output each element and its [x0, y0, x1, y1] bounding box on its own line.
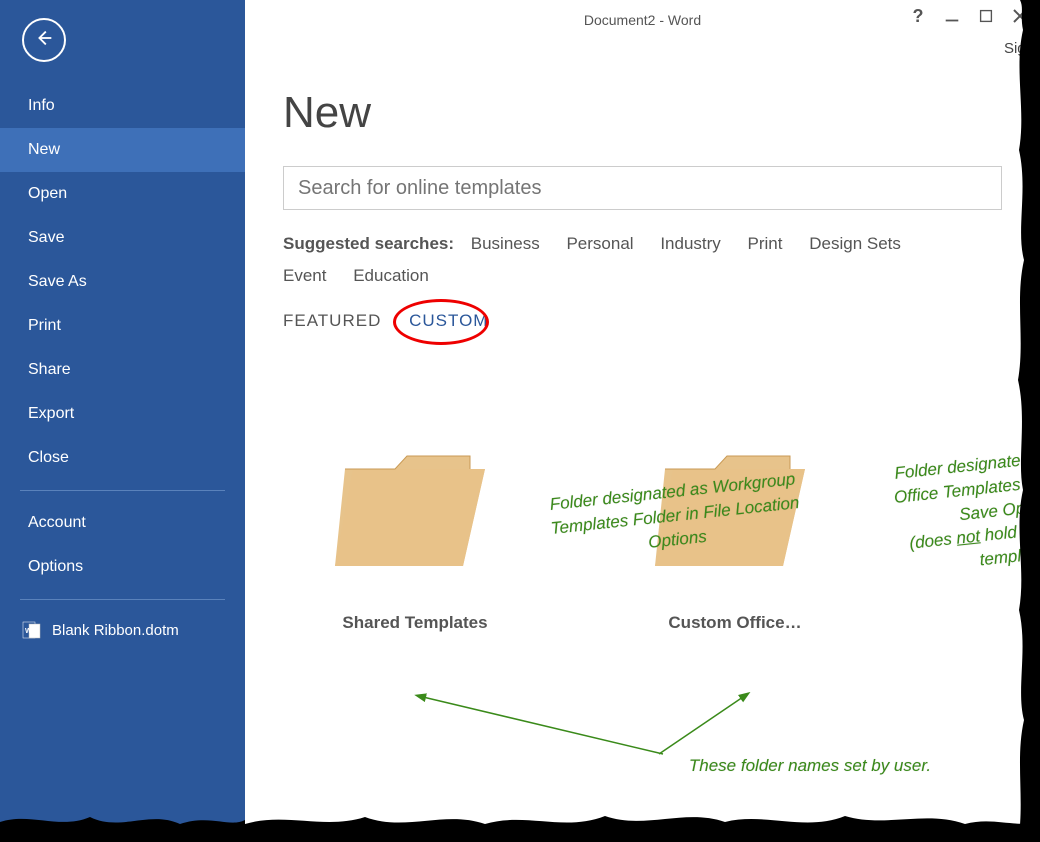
minimize-button[interactable] [942, 6, 962, 26]
maximize-button[interactable] [976, 6, 996, 26]
sidebar-item-close[interactable]: Close [0, 436, 245, 480]
folder-shared-templates[interactable]: Shared Templates [315, 441, 515, 633]
sidebar-separator [20, 490, 225, 491]
sidebar-item-save[interactable]: Save [0, 216, 245, 260]
sidebar-item-export[interactable]: Export [0, 392, 245, 436]
tab-featured[interactable]: FEATURED [283, 311, 381, 331]
folder-custom-office[interactable]: Custom Office… [635, 441, 835, 633]
annotation-arrow-right [653, 692, 753, 762]
suggested-label: Suggested searches: [283, 234, 454, 253]
sidebar-item-account[interactable]: Account [0, 501, 245, 545]
torn-edge-bottom [245, 802, 1040, 842]
torn-edge-right [1010, 0, 1040, 842]
suggested-term-design-sets[interactable]: Design Sets [809, 228, 901, 260]
back-arrow-icon [33, 27, 55, 54]
tab-custom-label: CUSTOM [409, 311, 488, 330]
sidebar-separator-2 [20, 599, 225, 600]
window-titlebar: Document2 - Word ? [245, 0, 1040, 40]
annotation-folder-names: These folder names set by user. [645, 754, 975, 778]
annotation-arrow-left [413, 692, 673, 762]
suggested-term-event[interactable]: Event [283, 260, 326, 292]
suggested-term-print[interactable]: Print [748, 228, 783, 260]
word-doc-icon: W [22, 620, 42, 640]
folder-label: Custom Office… [635, 613, 835, 633]
sidebar-item-open[interactable]: Open [0, 172, 245, 216]
suggested-term-education[interactable]: Education [353, 260, 429, 292]
sidebar-item-share[interactable]: Share [0, 348, 245, 392]
sidebar-item-options[interactable]: Options [0, 545, 245, 589]
recent-template-label: Blank Ribbon.dotm [52, 622, 179, 639]
template-folders: Shared Templates Custom Office… [315, 441, 1040, 633]
help-button[interactable]: ? [908, 6, 928, 26]
window-title: Document2 - Word [584, 12, 701, 28]
suggested-term-business[interactable]: Business [471, 228, 540, 260]
backstage-content: Document2 - Word ? Sign New Suggested se… [245, 0, 1040, 842]
recent-template-item[interactable]: W Blank Ribbon.dotm [0, 610, 245, 650]
word-backstage-window: Info New Open Save Save As Print Share E… [0, 0, 1040, 842]
page-title: New [283, 88, 1040, 138]
sidebar-item-save-as[interactable]: Save As [0, 260, 245, 304]
folder-icon [655, 441, 815, 571]
template-search-box[interactable] [283, 166, 1002, 210]
template-tabs: FEATURED CUSTOM [283, 311, 1002, 331]
sidebar-item-print[interactable]: Print [0, 304, 245, 348]
folder-label: Shared Templates [315, 613, 515, 633]
back-button[interactable] [22, 18, 66, 62]
torn-edge-bottom-sidebar [0, 802, 245, 842]
suggested-term-personal[interactable]: Personal [566, 228, 633, 260]
folder-icon [335, 441, 495, 571]
suggested-term-industry[interactable]: Industry [660, 228, 720, 260]
sidebar-item-info[interactable]: Info [0, 84, 245, 128]
svg-text:W: W [25, 628, 32, 635]
sidebar-item-new[interactable]: New [0, 128, 245, 172]
template-search-input[interactable] [298, 177, 987, 200]
backstage-sidebar: Info New Open Save Save As Print Share E… [0, 0, 245, 842]
tab-custom[interactable]: CUSTOM [409, 311, 488, 331]
suggested-searches: Suggested searches: Business Personal In… [283, 228, 1002, 293]
